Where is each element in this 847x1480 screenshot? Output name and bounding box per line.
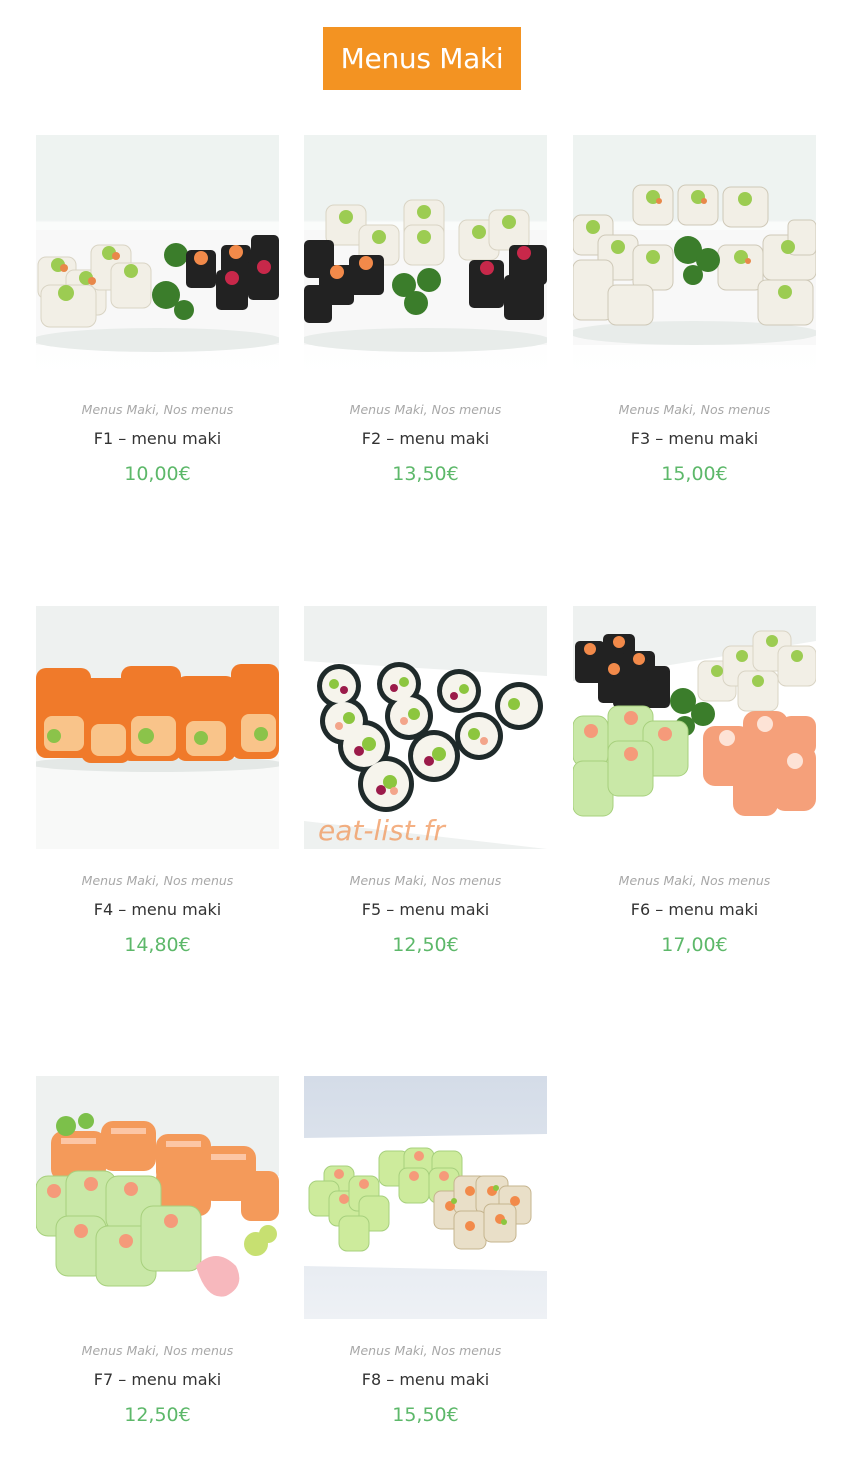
product-categories: Menus Maki, Nos menus — [618, 873, 771, 888]
product-card-f6[interactable]: Menus Maki, Nos menus F6 – menu maki 17,… — [573, 606, 816, 956]
product-card-f2[interactable]: Menus Maki, Nos menus F2 – menu maki 13,… — [304, 135, 547, 485]
product-card-f8[interactable]: Menus Maki, Nos menus F8 – menu maki 15,… — [304, 1076, 547, 1426]
product-image[interactable] — [304, 606, 547, 849]
product-price: 14,80€ — [124, 934, 191, 956]
product-price: 13,50€ — [392, 463, 459, 485]
product-name[interactable]: F7 – menu maki — [36, 1370, 279, 1389]
category-link[interactable]: Menus Maki — [82, 873, 156, 888]
product-categories: Menus Maki, Nos menus — [81, 873, 234, 888]
watermark: eat-list.fr — [318, 814, 445, 847]
category-link[interactable]: Nos menus — [432, 402, 502, 417]
category-link[interactable]: Menus Maki — [350, 873, 424, 888]
product-name[interactable]: F6 – menu maki — [573, 900, 816, 919]
product-image[interactable] — [573, 606, 816, 849]
product-card-f7[interactable]: Menus Maki, Nos menus F7 – menu maki 12,… — [36, 1076, 279, 1426]
category-link[interactable]: Nos menus — [432, 1343, 502, 1358]
category-link[interactable]: Nos menus — [164, 873, 234, 888]
product-image[interactable] — [36, 135, 279, 378]
category-link[interactable]: Nos menus — [701, 402, 771, 417]
product-name[interactable]: F5 – menu maki — [304, 900, 547, 919]
category-link[interactable]: Nos menus — [701, 873, 771, 888]
product-image[interactable] — [573, 135, 816, 378]
category-link[interactable]: Nos menus — [432, 873, 502, 888]
product-card-f3[interactable]: Menus Maki, Nos menus F3 – menu maki 15,… — [573, 135, 816, 485]
product-image[interactable] — [304, 135, 547, 378]
product-price: 10,00€ — [124, 463, 191, 485]
product-categories: Menus Maki, Nos menus — [618, 402, 771, 417]
category-link[interactable]: Menus Maki — [350, 402, 424, 417]
product-price: 15,00€ — [661, 463, 728, 485]
product-image[interactable] — [304, 1076, 547, 1319]
product-categories: Menus Maki, Nos menus — [349, 873, 502, 888]
product-card-f4[interactable]: Menus Maki, Nos menus F4 – menu maki 14,… — [36, 606, 279, 956]
page-title: Menus Maki — [323, 27, 521, 90]
category-link[interactable]: Menus Maki — [619, 873, 693, 888]
product-price: 12,50€ — [392, 934, 459, 956]
category-link[interactable]: Menus Maki — [350, 1343, 424, 1358]
product-name[interactable]: F1 – menu maki — [36, 429, 279, 448]
product-name[interactable]: F8 – menu maki — [304, 1370, 547, 1389]
product-name[interactable]: F3 – menu maki — [573, 429, 816, 448]
product-price: 12,50€ — [124, 1404, 191, 1426]
product-name[interactable]: F4 – menu maki — [36, 900, 279, 919]
category-link[interactable]: Menus Maki — [82, 1343, 156, 1358]
product-card-f5[interactable]: Menus Maki, Nos menus F5 – menu maki 12,… — [304, 606, 547, 956]
product-price: 17,00€ — [661, 934, 728, 956]
product-categories: Menus Maki, Nos menus — [81, 402, 234, 417]
product-categories: Menus Maki, Nos menus — [349, 1343, 502, 1358]
category-link[interactable]: Menus Maki — [619, 402, 693, 417]
product-categories: Menus Maki, Nos menus — [349, 402, 502, 417]
product-price: 15,50€ — [392, 1404, 459, 1426]
category-link[interactable]: Nos menus — [164, 1343, 234, 1358]
category-link[interactable]: Menus Maki — [82, 402, 156, 417]
product-image[interactable] — [36, 606, 279, 849]
product-image[interactable] — [36, 1076, 279, 1319]
product-name[interactable]: F2 – menu maki — [304, 429, 547, 448]
product-card-f1[interactable]: Menus Maki, Nos menus F1 – menu maki 10,… — [36, 135, 279, 485]
category-link[interactable]: Nos menus — [164, 402, 234, 417]
product-categories: Menus Maki, Nos menus — [81, 1343, 234, 1358]
